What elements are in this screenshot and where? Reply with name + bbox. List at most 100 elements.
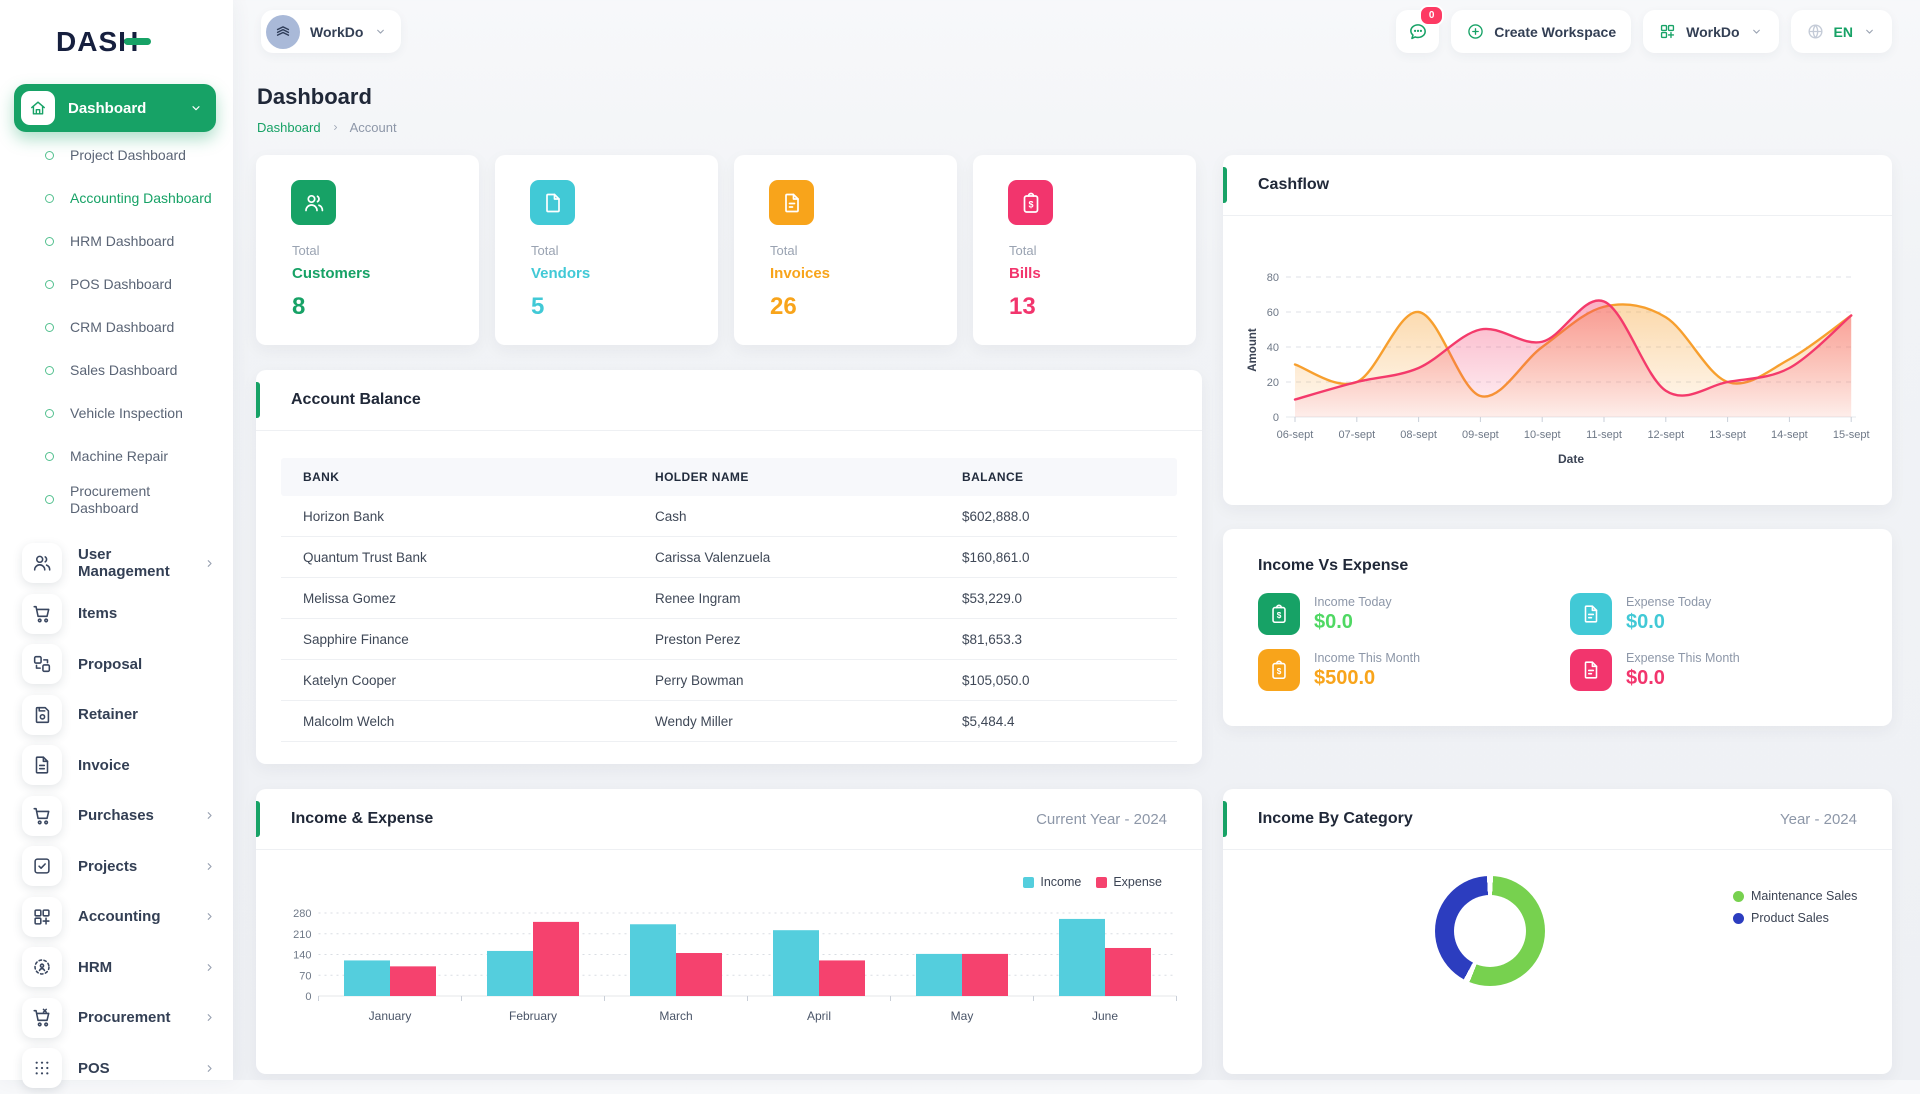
sidebar-item-label: Retainer bbox=[78, 706, 217, 723]
column-header: HOLDER NAME bbox=[655, 470, 962, 484]
svg-text:70: 70 bbox=[299, 970, 311, 982]
legend-dot bbox=[1733, 891, 1744, 902]
sidebar-item-project-dashboard[interactable]: Project Dashboard bbox=[0, 134, 233, 177]
account-balance-card: Account Balance BANKHOLDER NAMEBALANCE H… bbox=[256, 370, 1202, 764]
svg-text:08-sept: 08-sept bbox=[1400, 429, 1437, 441]
tile-label: Expense This Month bbox=[1626, 651, 1740, 665]
cell-balance: $53,229.0 bbox=[962, 591, 1155, 606]
account-balance-header: Account Balance bbox=[256, 370, 1202, 431]
sidebar-item-accounting[interactable]: Accounting bbox=[0, 892, 233, 943]
floppy-icon bbox=[22, 695, 62, 735]
stat-card-bills: $ Total Bills 13 bbox=[973, 155, 1196, 345]
stat-total-label: Total bbox=[531, 243, 558, 258]
sidebar-item-accounting-dashboard[interactable]: Accounting Dashboard bbox=[0, 177, 233, 220]
sidebar-item-invoice[interactable]: Invoice bbox=[0, 740, 233, 791]
grid-add-icon bbox=[1658, 22, 1677, 41]
cell-bank: Quantum Trust Bank bbox=[303, 550, 655, 565]
svg-text:12-sept: 12-sept bbox=[1647, 429, 1684, 441]
sidebar-item-crm-dashboard[interactable]: CRM Dashboard bbox=[0, 306, 233, 349]
svg-text:10-sept: 10-sept bbox=[1524, 429, 1561, 441]
svg-text:13-sept: 13-sept bbox=[1709, 429, 1746, 441]
dashed-circle-user-icon bbox=[22, 947, 62, 987]
sidebar-item-label: Proposal bbox=[78, 656, 217, 673]
income-vs-expense-grid: $ Income Today $0.0 Expense Today $0.0 $… bbox=[1223, 575, 1892, 691]
sidebar-item-label: CRM Dashboard bbox=[70, 315, 220, 340]
clipboard-dollar-icon: $ bbox=[1008, 180, 1053, 225]
language-selector[interactable]: EN bbox=[1791, 10, 1892, 53]
sidebar-item-pos[interactable]: POS bbox=[0, 1043, 233, 1094]
app-switcher-label: WorkDo bbox=[1686, 24, 1739, 40]
svg-text:January: January bbox=[369, 1009, 412, 1023]
sidebar-item-label: Projects bbox=[78, 858, 202, 875]
legend-item-maintenance-sales: Maintenance Sales bbox=[1733, 889, 1857, 903]
create-workspace-label: Create Workspace bbox=[1494, 24, 1616, 40]
sidebar-item-label: Items bbox=[78, 605, 217, 622]
create-workspace-button[interactable]: Create Workspace bbox=[1451, 10, 1631, 53]
topbar-actions: 0 Create Workspace WorkDo EN bbox=[1396, 10, 1892, 53]
sidebar-item-purchases[interactable]: Purchases bbox=[0, 791, 233, 842]
svg-text:March: March bbox=[659, 1009, 692, 1023]
workspace-selector[interactable]: WorkDo bbox=[261, 10, 401, 53]
page-title: Dashboard bbox=[257, 84, 372, 110]
file-icon bbox=[530, 180, 575, 225]
cashflow-card-header: Cashflow bbox=[1223, 155, 1892, 216]
users-icon bbox=[291, 180, 336, 225]
breadcrumb-current: Account bbox=[350, 120, 397, 135]
app-switcher-button[interactable]: WorkDo bbox=[1643, 10, 1778, 53]
svg-text:0: 0 bbox=[1273, 412, 1279, 424]
income-expense-chart: 070140210280JanuaryFebruaryMarchAprilMay… bbox=[276, 884, 1182, 1034]
income-by-category-subtitle: Year - 2024 bbox=[1780, 811, 1857, 828]
language-code: EN bbox=[1834, 24, 1853, 40]
tile-value: $0.0 bbox=[1626, 667, 1740, 690]
sidebar-item-dashboard-active[interactable]: Dashboard bbox=[14, 84, 216, 132]
sidebar-item-machine-repair[interactable]: Machine Repair bbox=[0, 435, 233, 478]
tile-value: $0.0 bbox=[1314, 611, 1392, 634]
sidebar-item-label: POS Dashboard bbox=[70, 272, 220, 297]
sidebar-item-vehicle-inspection[interactable]: Vehicle Inspection bbox=[0, 392, 233, 435]
sidebar-item-procurement[interactable]: Procurement bbox=[0, 993, 233, 1044]
workspace-avatar bbox=[266, 15, 300, 49]
dots-grid-icon bbox=[22, 1048, 62, 1088]
table-row: Sapphire Finance Preston Perez $81,653.3 bbox=[281, 619, 1177, 660]
sidebar-item-proposal[interactable]: Proposal bbox=[0, 639, 233, 690]
income-by-category-header: Income By Category Year - 2024 bbox=[1223, 789, 1892, 850]
stat-label: Customers bbox=[292, 265, 370, 282]
cell-balance: $160,861.0 bbox=[962, 550, 1155, 565]
chevron-right-icon bbox=[202, 960, 217, 975]
sidebar-item-user-management[interactable]: User Management bbox=[0, 538, 233, 589]
sidebar-item-procurement-dashboard[interactable]: Procurement Dashboard bbox=[0, 478, 233, 521]
globe-icon bbox=[1806, 22, 1825, 41]
column-header: BALANCE bbox=[962, 470, 1155, 484]
grid-add-icon bbox=[22, 897, 62, 937]
sidebar-item-sales-dashboard[interactable]: Sales Dashboard bbox=[0, 349, 233, 392]
app-logo[interactable]: DASH bbox=[56, 26, 151, 58]
table-row: Melissa Gomez Renee Ingram $53,229.0 bbox=[281, 578, 1177, 619]
chevron-right-icon bbox=[202, 556, 217, 571]
messages-button[interactable]: 0 bbox=[1396, 10, 1439, 53]
sidebar-item-items[interactable]: Items bbox=[0, 589, 233, 640]
sidebar-item-hrm-dashboard[interactable]: HRM Dashboard bbox=[0, 220, 233, 263]
svg-text:11-sept: 11-sept bbox=[1586, 429, 1622, 441]
cart-icon bbox=[22, 796, 62, 836]
sidebar-item-pos-dashboard[interactable]: POS Dashboard bbox=[0, 263, 233, 306]
svg-text:$: $ bbox=[1277, 667, 1282, 676]
breadcrumb-dashboard-link[interactable]: Dashboard bbox=[257, 120, 321, 135]
income-expense-title: Income & Expense bbox=[291, 810, 433, 828]
stat-card-vendors: Total Vendors 5 bbox=[495, 155, 718, 345]
income-expense-tile: $ Income This Month $500.0 bbox=[1258, 649, 1570, 691]
svg-text:14-sept: 14-sept bbox=[1771, 429, 1808, 441]
cell-bank: Sapphire Finance bbox=[303, 632, 655, 647]
chevron-down-icon bbox=[373, 24, 388, 39]
account-balance-table: BANKHOLDER NAMEBALANCE Horizon Bank Cash… bbox=[281, 458, 1177, 742]
sidebar-item-projects[interactable]: Projects bbox=[0, 841, 233, 892]
sidebar-item-retainer[interactable]: Retainer bbox=[0, 690, 233, 741]
legend-label: Maintenance Sales bbox=[1751, 889, 1857, 903]
stat-label: Bills bbox=[1009, 265, 1041, 282]
cashflow-chart: 02040608006-sept07-sept08-sept09-sept10-… bbox=[1238, 225, 1878, 490]
income-expense-subtitle: Current Year - 2024 bbox=[1036, 811, 1167, 828]
cashflow-card: Cashflow 02040608006-sept07-sept08-sept0… bbox=[1223, 155, 1892, 505]
sidebar-item-label: Accounting Dashboard bbox=[70, 186, 220, 211]
income-by-category-donut bbox=[1435, 876, 1545, 986]
sidebar-item-hrm[interactable]: HRM bbox=[0, 942, 233, 993]
circle-bullet-icon bbox=[45, 194, 54, 203]
